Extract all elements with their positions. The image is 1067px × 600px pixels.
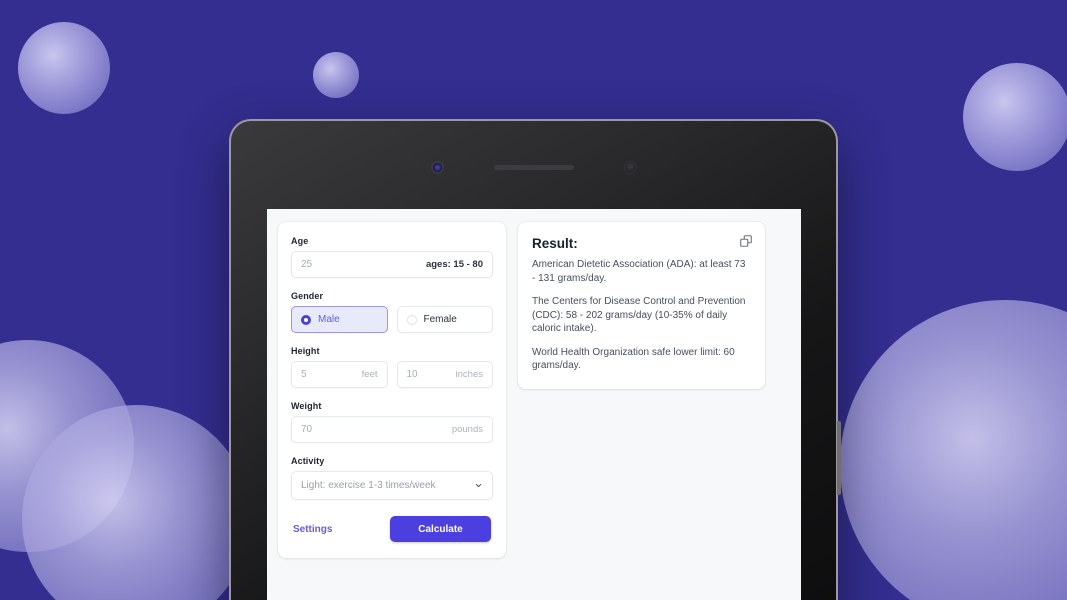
decorative-sphere-top-left (18, 22, 110, 114)
tablet-side-button[interactable] (837, 421, 841, 495)
decorative-sphere-top-center (313, 52, 359, 98)
weight-unit: pounds (451, 424, 483, 435)
field-activity: Activity Light: exercise 1-3 times/week (291, 456, 493, 500)
age-label: Age (291, 236, 309, 246)
result-panel: Result: American Dietetic Association (A… (518, 222, 765, 389)
settings-button[interactable]: Settings (293, 524, 332, 535)
tablet-device: Age 25 ages: 15 - 80 Gender Male Female … (229, 119, 841, 600)
result-title: Result: (532, 236, 578, 251)
field-gender: Gender Male Female (291, 291, 493, 333)
age-input-value: 25 (301, 259, 313, 270)
calculate-button[interactable]: Calculate (390, 516, 491, 542)
height-feet-input[interactable]: 5 feet (291, 361, 388, 388)
height-inches-unit: inches (455, 369, 483, 380)
tablet-screen: Age 25 ages: 15 - 80 Gender Male Female … (267, 209, 801, 600)
gender-option-male-label: Male (318, 314, 340, 325)
camera-icon (430, 160, 444, 174)
gender-option-male[interactable]: Male (291, 306, 388, 333)
decorative-sphere-bottom-left-b (22, 405, 250, 600)
tablet-bezel-hardware (231, 160, 836, 174)
radio-unselected-icon (406, 314, 417, 325)
copy-icon[interactable] (739, 234, 753, 248)
weight-input[interactable]: 70 pounds (291, 416, 493, 443)
speaker-grille-icon (493, 164, 574, 170)
activity-select-value: Light: exercise 1-3 times/week (301, 480, 436, 491)
activity-select[interactable]: Light: exercise 1-3 times/week (291, 471, 493, 500)
decorative-sphere-bottom-right (840, 300, 1067, 600)
field-weight: Weight 70 pounds (291, 401, 493, 443)
height-inches-input[interactable]: 10 inches (396, 361, 493, 388)
gender-label: Gender (291, 291, 324, 301)
height-inputs: 5 feet 10 inches (291, 361, 493, 388)
app-background: Age 25 ages: 15 - 80 Gender Male Female … (0, 0, 1067, 600)
activity-label: Activity (291, 456, 325, 466)
field-height: Height 5 feet 10 inches (291, 346, 493, 388)
result-paragraph-ada: American Dietetic Association (ADA): at … (532, 259, 746, 284)
age-input[interactable]: 25 ages: 15 - 80 (291, 251, 493, 278)
decorative-sphere-bottom-left-a (0, 340, 134, 552)
gender-option-female[interactable]: Female (396, 306, 493, 333)
protein-calculator-form: Age 25 ages: 15 - 80 Gender Male Female … (278, 222, 506, 558)
radio-selected-icon (301, 314, 311, 325)
height-label: Height (291, 346, 320, 356)
gender-radio-group: Male Female (291, 306, 493, 333)
result-paragraph-cdc: The Centers for Disease Control and Prev… (532, 296, 746, 334)
weight-input-value: 70 (301, 424, 313, 435)
height-feet-unit: feet (361, 369, 378, 380)
decorative-sphere-top-right (963, 63, 1067, 171)
gender-option-female-label: Female (423, 314, 457, 325)
sensor-icon (623, 160, 637, 174)
chevron-down-icon (475, 483, 482, 488)
form-actions: Settings Calculate (291, 516, 493, 542)
height-inches-value: 10 (406, 369, 418, 380)
result-paragraph-who: World Health Organization safe lower lim… (532, 346, 735, 372)
weight-label: Weight (291, 401, 322, 411)
app-content: Age 25 ages: 15 - 80 Gender Male Female … (267, 209, 801, 571)
height-feet-value: 5 (301, 369, 307, 380)
field-age: Age 25 ages: 15 - 80 (291, 236, 493, 278)
age-range-hint: ages: 15 - 80 (425, 259, 483, 270)
